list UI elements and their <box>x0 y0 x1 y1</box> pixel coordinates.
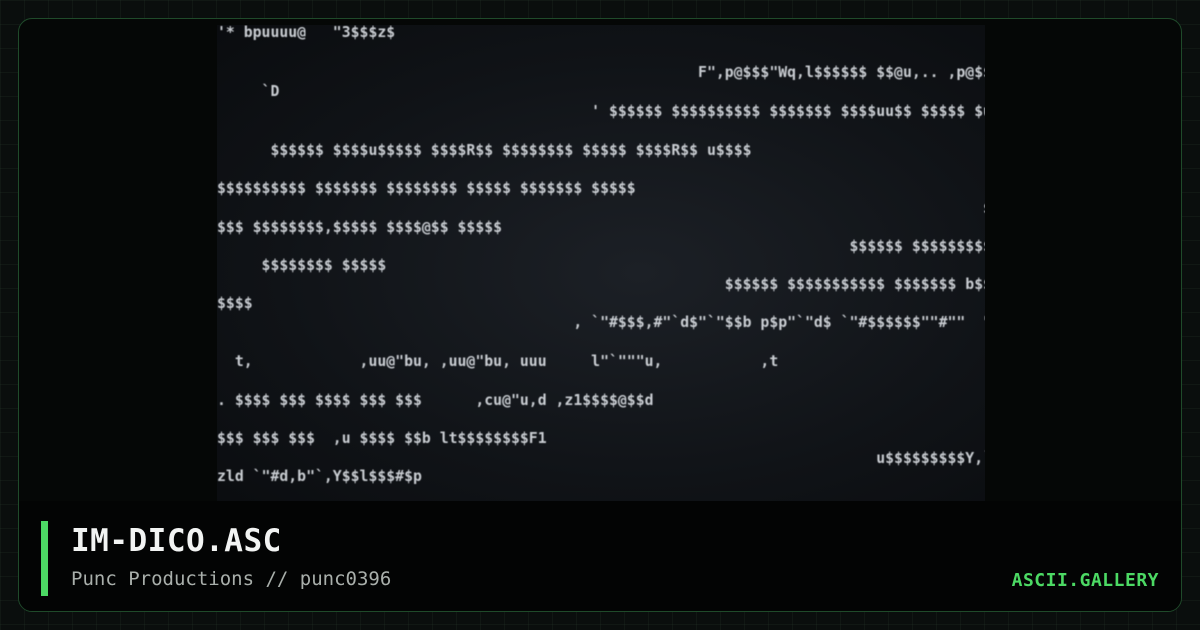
ascii-art-line: $$$ $$$ $$$ ,u $$$$ $$b lt$$$$$$$$F1 <box>217 430 547 447</box>
ascii-art-line: '* bpuuuu@ "3$$$z$ <box>217 25 396 41</box>
ascii-art-line: $$$$$$ $ <box>217 161 985 181</box>
accent-bar <box>41 521 48 596</box>
ascii-art-line: $$$$$$ $$$$$$$$$$$ $$$$$$$ b$$$Wuuuuu@@$… <box>724 276 985 293</box>
ascii-art-line: t, ,uu@"bu, ,uu@"bu, uuu l"`"""u, ,t <box>217 353 779 370</box>
ascii-art-line: $d$$$$F$$$$l $$$$ uuu $ <box>217 411 985 431</box>
ascii-art-line: F",p@$$$"Wq,l$$$$$$ $$@u,.. ,p@$$$$"$$@q… <box>698 64 985 81</box>
ascii-art-line: $$$$$$$$ $$$$$ <box>217 257 387 274</box>
ascii-art-line: $$$$$$$$$$ $$$$$$$ $$$$$$$$ $$$$$ $$$$$$… <box>217 180 636 197</box>
ascii-art-line: $$$$$$ $$$$u$$$$$ $$$$R$$ $$$$$$$$ $$$$$… <box>217 142 752 159</box>
ascii-art-line: . $$$$ $$$ $$$$ $$$ $$$ ,cu@"u,d ,z1$$$$… <box>217 392 654 409</box>
ascii-art-line: d$$$$$$$$lu <box>217 371 985 391</box>
ascii-art-line: $$$ $$$$$$$$,$$$$$ $$$$@$$ $$$$$ <box>217 219 503 236</box>
ascii-art-line: $$$$ <box>217 295 253 312</box>
card-frame: '* bpuuuu@ "3$$$z$ F",p@$$$"Wq,l$$$$$$ $… <box>18 18 1182 612</box>
ascii-art-preview: '* bpuuuu@ "3$$$z$ F",p@$$$"Wq,l$$$$$$ $… <box>217 25 985 501</box>
ascii-art-line: `D <box>217 83 280 100</box>
ascii-art-line: , `"#$$$,#"`d$"`"$$b p$p"`"d$ `"#$$$$$$"… <box>573 314 985 331</box>
ascii-art-line: u$$$$$$$$$Y,`"#d.b"` `"#d,b"` $$$. <box>876 450 985 467</box>
ascii-art-line: ' $$$$$$ $$$$$$$$$$ $$$$$$$ $$$$uu$$ $$$… <box>591 103 985 120</box>
artist-credit: Punc Productions // punc0396 <box>71 568 392 590</box>
footer-bar: IM-DICO.ASC Punc Productions // punc0396… <box>19 501 1181 611</box>
site-brand: ASCII.GALLERY <box>1011 570 1159 591</box>
ascii-art-line: $$$$$$ $$$$$$$$$$ $$$$ <box>217 199 985 219</box>
ascii-art-line: zld `"#d,b"`,Y$$l$$$#$p <box>217 468 422 485</box>
artwork-title: IM-DICO.ASC <box>71 523 282 559</box>
ascii-art-line: $$$$$$ $$$$$$$$$$$ $$$$$$$ $$$b""" <box>849 238 986 255</box>
